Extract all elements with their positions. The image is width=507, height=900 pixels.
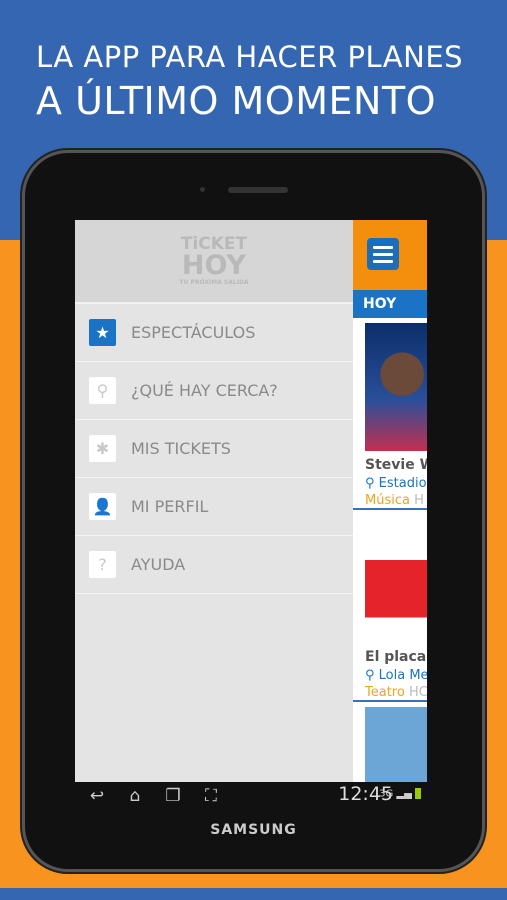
drawer-item-4[interactable]: ? AYUDA: [75, 536, 353, 594]
app-header: [353, 220, 427, 290]
hamburger-menu-icon[interactable]: [367, 238, 399, 270]
drawer-item-2[interactable]: ✱ MIS TICKETS: [75, 420, 353, 478]
headline-line2: A ÚLTIMO MOMENTO: [36, 79, 437, 123]
drawer-logo: TiCKET HOY TU PRÓXIMA SALIDA: [75, 220, 353, 304]
drawer-item-label: AYUDA: [131, 555, 186, 574]
recent-apps-icon[interactable]: ❐: [157, 786, 189, 806]
venue-name: Lola Me: [378, 668, 427, 683]
headline-line1: LA APP PARA HACER PLANES: [36, 40, 464, 74]
event-card[interactable]: El placard ⚲ Lola Me Teatro HC: [353, 510, 427, 702]
brand-logo: SAMSUNG: [210, 822, 297, 838]
camera: [200, 187, 205, 192]
network-type: 3G: [379, 788, 394, 800]
drawer-item-label: ¿QUÉ HAY CERCA?: [131, 381, 278, 400]
event-card[interactable]: Stevie Wo ⚲ Estadio Música H: [353, 318, 427, 510]
bottom-band: [0, 888, 507, 900]
app-screen: TiCKET HOY TU PRÓXIMA SALIDA ★ ESPECTÁCUL…: [75, 220, 427, 782]
main-content: HOY Stevie Wo ⚲ Estadio Música H El plac…: [353, 220, 427, 782]
speaker-grille: [228, 187, 288, 193]
event-meta: Música H: [365, 493, 427, 508]
headline: LA APP PARA HACER PLANES A ÚLTIMO MOMENT…: [36, 36, 463, 124]
drawer-item-0[interactable]: ★ ESPECTÁCULOS: [75, 304, 353, 362]
question-icon: ?: [89, 551, 116, 578]
star-icon: ★: [89, 319, 116, 346]
tab-hoy[interactable]: HOY: [353, 290, 427, 318]
drawer-item-label: MIS TICKETS: [131, 439, 231, 458]
ticket-icon: ✱: [89, 435, 116, 462]
navigation-drawer: TiCKET HOY TU PRÓXIMA SALIDA ★ ESPECTÁCUL…: [75, 220, 353, 782]
event-category: Teatro: [365, 685, 405, 700]
event-image: [365, 515, 427, 643]
event-meta: Teatro HC: [365, 685, 427, 700]
screenshot-icon[interactable]: ⛶: [195, 786, 227, 806]
drawer-item-label: ESPECTÁCULOS: [131, 323, 256, 342]
event-venue: ⚲ Estadio: [365, 476, 427, 491]
event-card[interactable]: [353, 702, 427, 782]
event-category: Música: [365, 493, 410, 508]
home-icon[interactable]: ⌂: [119, 786, 151, 806]
event-time: HC: [408, 685, 427, 700]
system-nav-bar: ↩ ⌂ ❐ ⛶ 12:45 3G ▂▄: [75, 782, 427, 810]
back-icon[interactable]: ↩: [81, 786, 113, 806]
event-title: El placard: [365, 649, 427, 665]
drawer-item-3[interactable]: 👤 MI PERFIL: [75, 478, 353, 536]
logo-text-hoy: HOY: [181, 250, 247, 281]
logo-tagline: TU PRÓXIMA SALIDA: [179, 279, 249, 286]
drawer-item-label: MI PERFIL: [131, 497, 209, 516]
event-venue: ⚲ Lola Me: [365, 668, 427, 683]
battery-icon: [415, 788, 421, 799]
signal-status: 3G ▂▄: [379, 788, 421, 800]
venue-name: Estadio: [378, 476, 427, 491]
person-icon: 👤: [89, 493, 116, 520]
event-image: [365, 323, 427, 451]
event-title: Stevie Wo: [365, 457, 427, 473]
event-image: [365, 707, 427, 782]
drawer-item-1[interactable]: ⚲ ¿QUÉ HAY CERCA?: [75, 362, 353, 420]
location-pin-icon: ⚲: [89, 377, 116, 404]
event-time: H: [414, 493, 424, 508]
